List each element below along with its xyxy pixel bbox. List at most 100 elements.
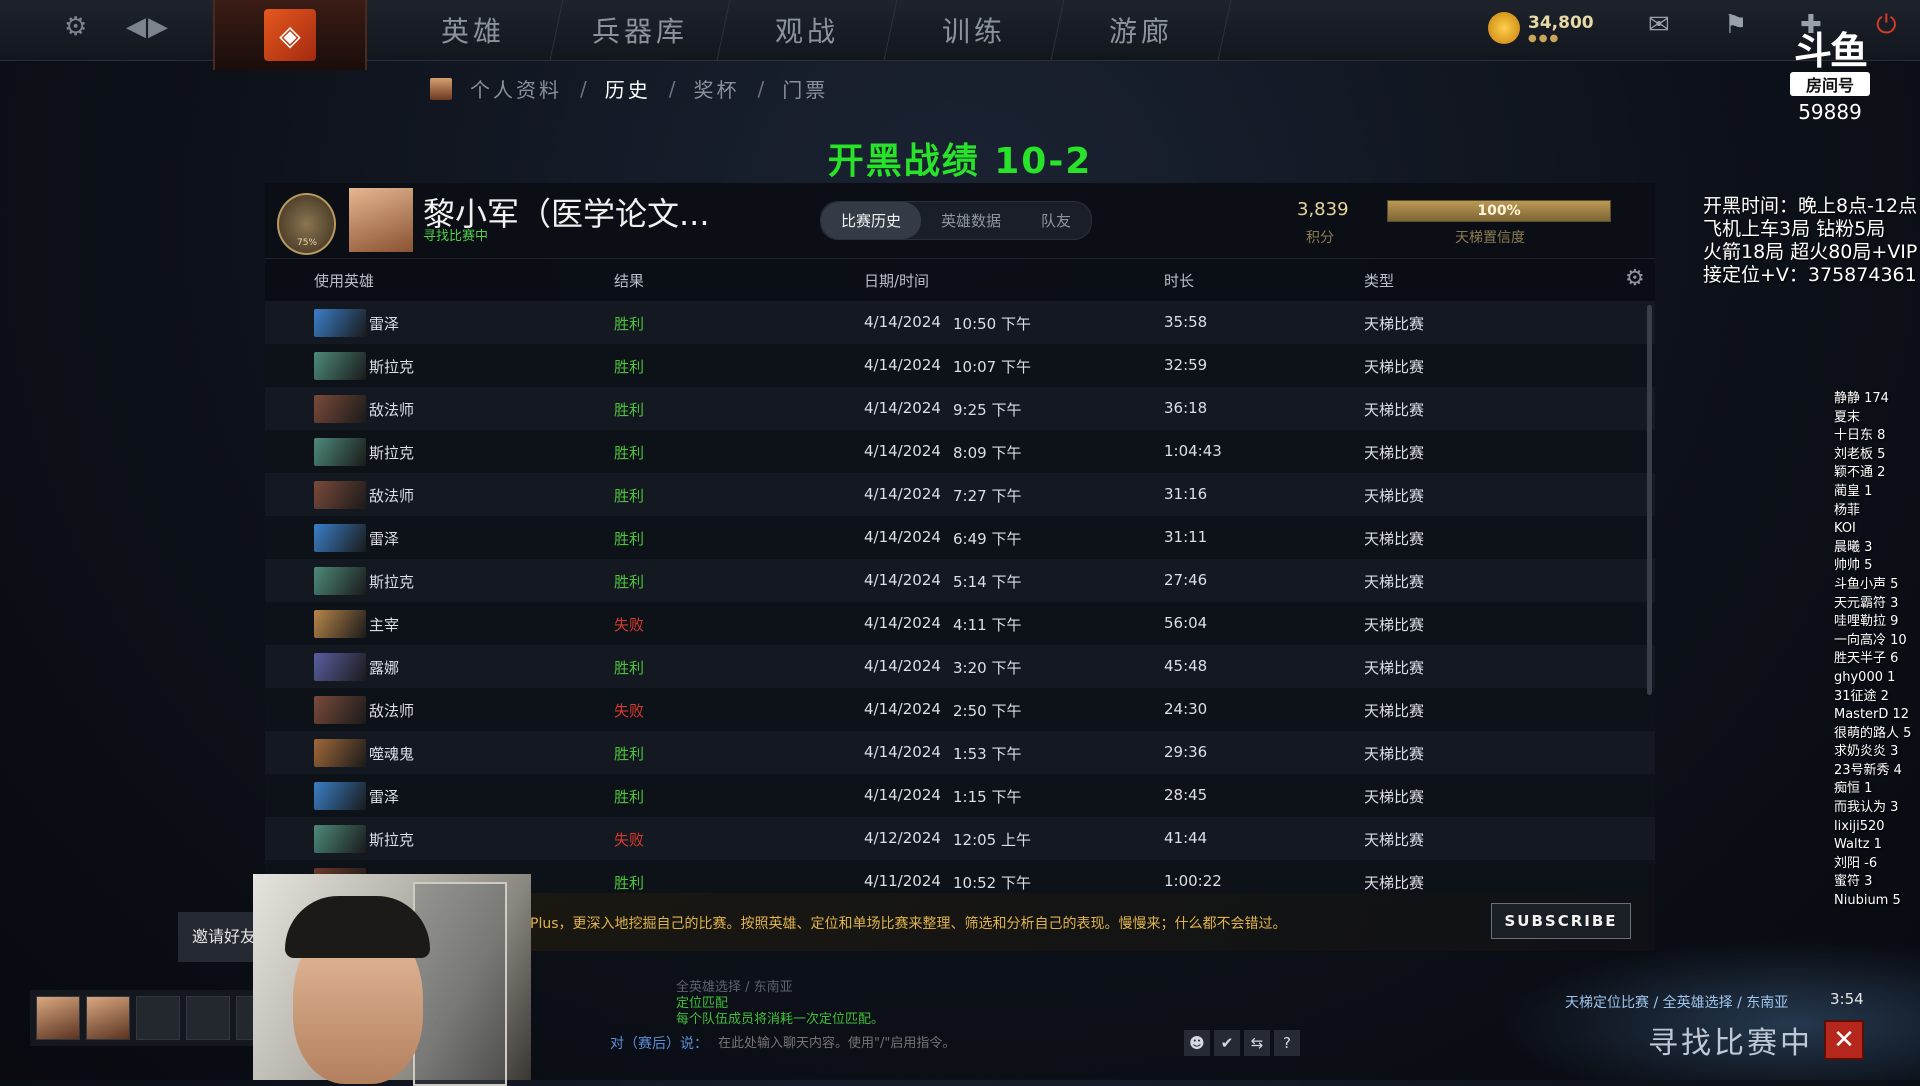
col-hero[interactable]: 使用英雄 <box>314 270 374 291</box>
overlay-list-item: ghy000 1 <box>1834 669 1896 685</box>
swap-channel-icon[interactable]: ⇆ <box>1244 1030 1270 1056</box>
gear-icon[interactable]: ⚙ <box>64 12 87 42</box>
table-row[interactable]: 雷泽 胜利 4/14/2024 6:49 下午 31:11 天梯比赛 <box>265 516 1655 559</box>
overlay-list-item: 求奶炎炎 3 <box>1834 744 1899 760</box>
chat-target[interactable]: 对（赛后）说： <box>610 1033 708 1053</box>
party-empty-slot[interactable] <box>186 996 230 1040</box>
tab-teammates[interactable]: 队友 <box>1021 202 1091 239</box>
tab-hero-stats[interactable]: 英雄数据 <box>921 202 1021 239</box>
match-time: 10:50 下午 <box>953 315 1031 333</box>
overlay-list-item: 刘阳 -6 <box>1834 855 1878 871</box>
match-time: 1:15 下午 <box>953 788 1022 806</box>
help-icon[interactable]: ? <box>1274 1030 1300 1056</box>
webcam-hair <box>285 896 430 958</box>
table-row[interactable]: 露娜 胜利 4/14/2024 3:20 下午 45:48 天梯比赛 <box>265 645 1655 688</box>
match-result: 胜利 <box>614 444 645 462</box>
subscribe-button[interactable]: SUBSCRIBE <box>1491 903 1631 939</box>
overlay-list-item: 帅帅 5 <box>1834 558 1873 574</box>
table-row[interactable]: 斯拉克 胜利 4/14/2024 10:07 下午 32:59 天梯比赛 <box>265 344 1655 387</box>
crumb-history[interactable]: 历史 <box>605 74 651 103</box>
match-type: 天梯比赛 <box>1364 530 1425 548</box>
top-bar: ⚙ ◀ ▶ ◈ 英雄 兵器库 观战 训练 游廊 34,800 ●●● ✉ ⚑ ✚… <box>0 0 1920 70</box>
match-date: 4/14/2024 <box>864 657 941 675</box>
confidence-value: 100% <box>1477 203 1521 219</box>
match-type: 天梯比赛 <box>1364 831 1425 849</box>
back-icon[interactable]: ◀ <box>126 12 146 42</box>
party-empty-slot[interactable] <box>136 996 180 1040</box>
webcam-background-door <box>413 882 507 1086</box>
match-result: 胜利 <box>614 315 645 333</box>
table-row[interactable]: 敌法师 胜利 4/14/2024 9:25 下午 36:18 天梯比赛 <box>265 387 1655 430</box>
armory-icon[interactable]: ⚑ <box>1724 10 1747 40</box>
shards-counter[interactable]: 34,800 ●●● <box>1488 12 1594 44</box>
nav-armory[interactable]: 兵器库 <box>550 0 731 60</box>
streamer-webcam <box>253 874 531 1086</box>
scrollbar[interactable] <box>1647 305 1652 695</box>
match-duration: 31:11 <box>1164 528 1208 546</box>
emoji-icon[interactable]: ☻ <box>1184 1030 1210 1056</box>
match-type: 天梯比赛 <box>1364 573 1425 591</box>
nav-heroes[interactable]: 英雄 <box>383 0 564 60</box>
match-date: 4/14/2024 <box>864 571 941 589</box>
party-member-avatar[interactable] <box>86 996 130 1040</box>
match-result: 胜利 <box>614 401 645 419</box>
match-type: 天梯比赛 <box>1364 659 1425 677</box>
crumb-tickets[interactable]: 门票 <box>782 74 828 103</box>
overlay-list-item: 很萌的路人 5 <box>1834 725 1912 741</box>
crumb-trophies[interactable]: 奖杯 <box>694 74 740 103</box>
plus-banner-text: Plus，更深入地挖掘自己的比赛。按照英雄、定位和单场比赛来整理、筛选和分析自己… <box>530 916 1287 932</box>
hero-portrait-icon <box>314 438 366 466</box>
table-row[interactable]: 敌法师 失败 4/14/2024 2:50 下午 24:30 天梯比赛 <box>265 688 1655 731</box>
match-result: 胜利 <box>614 530 645 548</box>
dota-logo-button[interactable]: ◈ <box>213 0 367 70</box>
hero-name: 敌法师 <box>369 702 415 720</box>
match-date: 4/14/2024 <box>864 442 941 460</box>
nav-arcade[interactable]: 游廊 <box>1051 0 1232 60</box>
check-icon[interactable]: ✔ <box>1214 1030 1240 1056</box>
close-icon[interactable]: ✕ <box>1824 1020 1864 1060</box>
overlay-list-item: 胜天半子 6 <box>1834 651 1899 667</box>
table-row[interactable]: 斯拉克 胜利 4/14/2024 5:14 下午 27:46 天梯比赛 <box>265 559 1655 602</box>
table-row[interactable]: 敌法师 胜利 4/14/2024 7:27 下午 31:16 天梯比赛 <box>265 473 1655 516</box>
avatar[interactable] <box>349 188 413 252</box>
col-datetime[interactable]: 日期/时间 <box>864 270 929 291</box>
table-row[interactable]: 噬魂鬼 胜利 4/14/2024 1:53 下午 29:36 天梯比赛 <box>265 731 1655 774</box>
overlay-info-line: 火箭18局 超火80局+VIP <box>1703 241 1918 263</box>
match-type: 天梯比赛 <box>1364 487 1425 505</box>
nav-watch[interactable]: 观战 <box>717 0 898 60</box>
mail-icon[interactable]: ✉ <box>1648 10 1670 40</box>
table-row[interactable]: 主宰 失败 4/14/2024 4:11 下午 56:04 天梯比赛 <box>265 602 1655 645</box>
hero-name: 雷泽 <box>369 530 400 548</box>
table-row[interactable]: 斯拉克 失败 4/12/2024 12:05 上午 41:44 天梯比赛 <box>265 817 1655 860</box>
match-time: 10:07 下午 <box>953 358 1031 376</box>
table-row[interactable]: 雷泽 胜利 4/14/2024 10:50 下午 35:58 天梯比赛 <box>265 301 1655 344</box>
party-member-avatar[interactable] <box>36 996 80 1040</box>
mmr-value: 3,839 <box>1297 199 1349 220</box>
queue-status: 寻找比赛中 <box>1648 1026 1813 1061</box>
table-row[interactable]: 斯拉克 胜利 4/14/2024 8:09 下午 1:04:43 天梯比赛 <box>265 430 1655 473</box>
match-date: 4/11/2024 <box>864 872 941 890</box>
match-duration: 24:30 <box>1164 700 1208 718</box>
hero-portrait-icon <box>314 610 366 638</box>
settings-icon[interactable]: ⚙ <box>1625 266 1645 291</box>
match-type: 天梯比赛 <box>1364 401 1425 419</box>
col-result[interactable]: 结果 <box>614 270 644 291</box>
forward-icon[interactable]: ▶ <box>148 12 168 42</box>
col-duration[interactable]: 时长 <box>1164 270 1194 291</box>
crumb-profile[interactable]: 个人资料 <box>470 74 562 103</box>
power-icon[interactable]: ⏻ <box>1876 10 1897 41</box>
tab-match-history[interactable]: 比赛历史 <box>821 202 922 239</box>
match-result: 失败 <box>614 702 645 720</box>
table-row[interactable]: 雷泽 胜利 4/14/2024 1:15 下午 28:45 天梯比赛 <box>265 774 1655 817</box>
match-duration: 36:18 <box>1164 399 1208 417</box>
hero-portrait-icon <box>314 739 366 767</box>
col-type[interactable]: 类型 <box>1364 270 1394 291</box>
chat-title-line: 定位匹配 <box>676 996 729 1011</box>
hero-portrait-icon <box>314 395 366 423</box>
profile-bar: 75% 黎小军（医学论文... 寻找比赛中 比赛历史 英雄数据 队友 3,839… <box>265 183 1655 259</box>
hero-portrait-icon <box>314 825 366 853</box>
match-result: 失败 <box>614 831 645 849</box>
nav-learn[interactable]: 训练 <box>884 0 1065 60</box>
stream-watermark: 斗鱼 房间号 59889 <box>1782 30 1878 124</box>
chat-input[interactable] <box>716 1034 1180 1052</box>
